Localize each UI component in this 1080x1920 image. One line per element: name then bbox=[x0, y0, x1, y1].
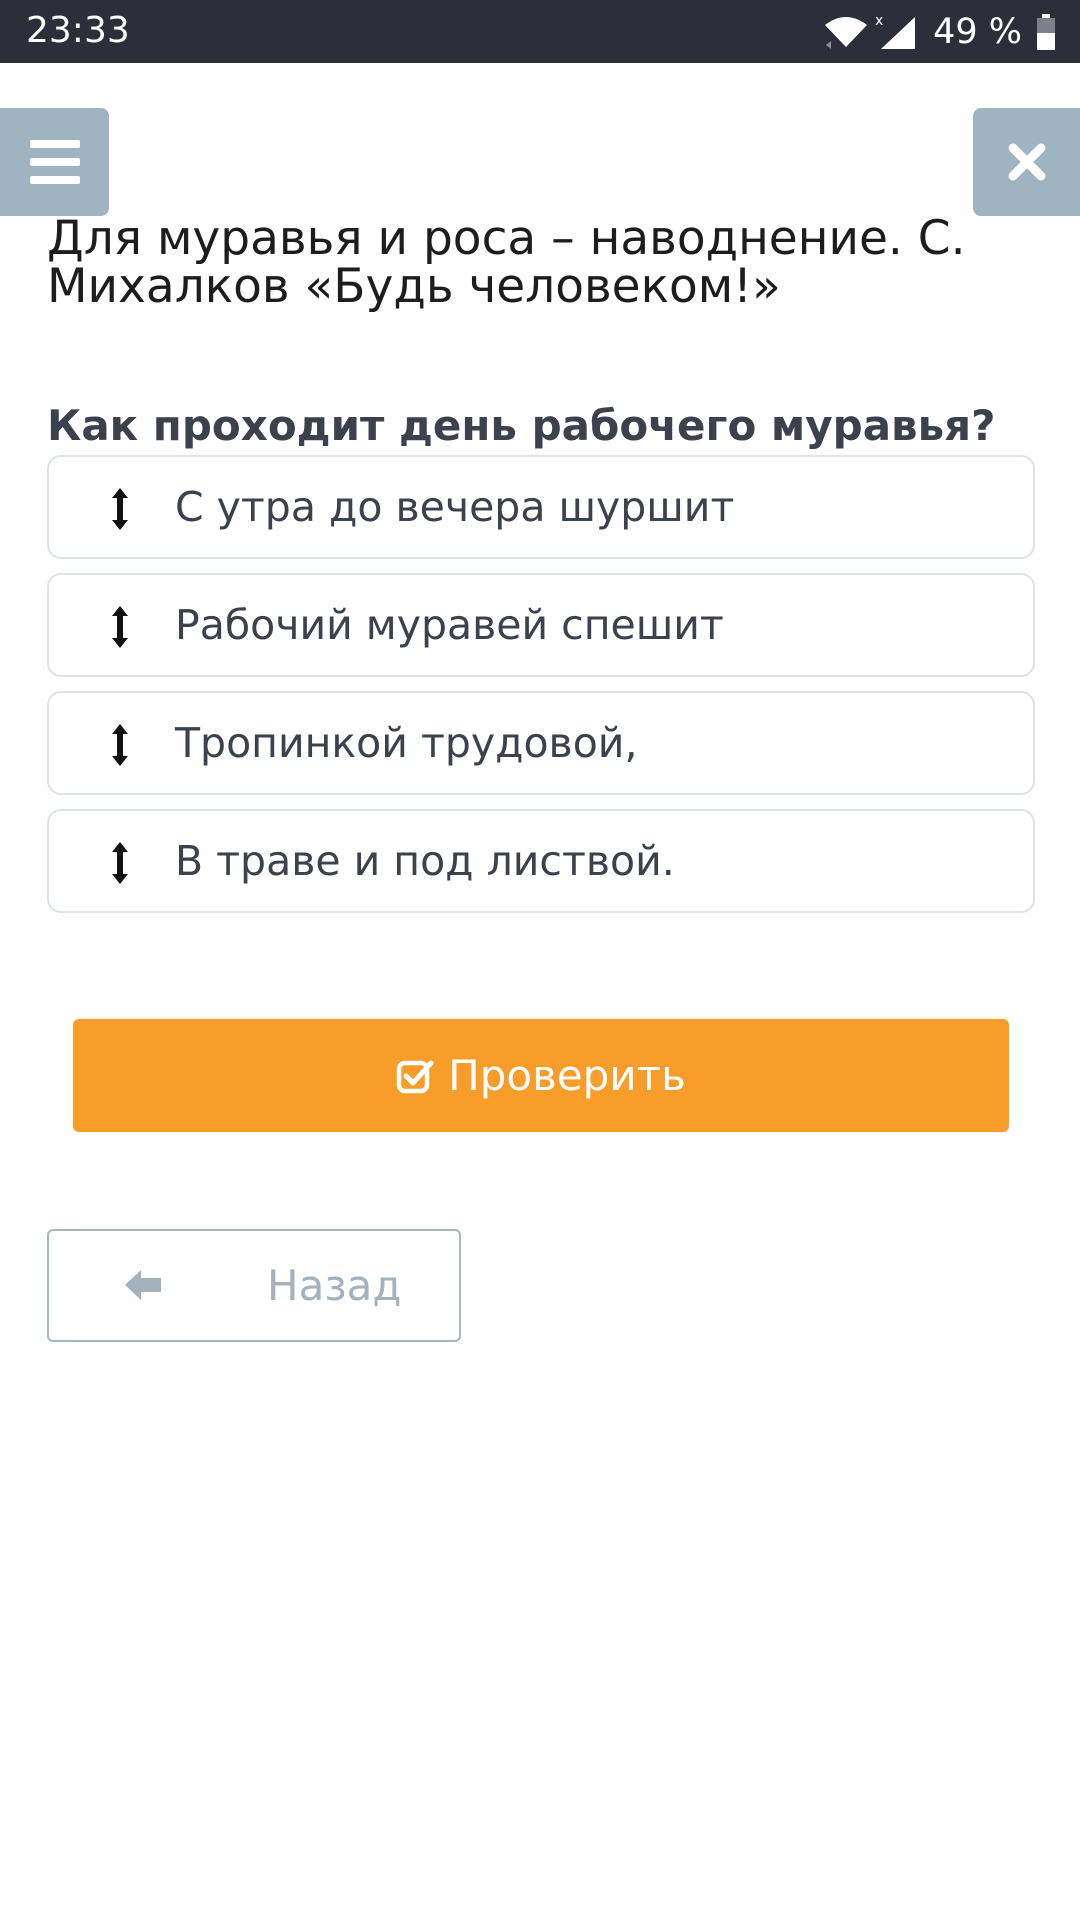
sortable-item[interactable]: Тропинкой трудовой, bbox=[47, 691, 1035, 795]
back-button[interactable]: Назад bbox=[47, 1229, 461, 1342]
drag-vertical-icon[interactable] bbox=[109, 839, 131, 887]
back-button-label: Назад bbox=[267, 1261, 402, 1310]
close-button[interactable] bbox=[973, 108, 1080, 216]
drag-vertical-icon[interactable] bbox=[109, 721, 131, 769]
battery-percent: 49 % bbox=[933, 12, 1022, 52]
close-icon bbox=[1008, 143, 1045, 181]
drag-vertical-icon[interactable] bbox=[109, 485, 131, 533]
question-text: Как проходит день рабочего муравья? bbox=[47, 401, 996, 450]
wifi-icon bbox=[825, 17, 868, 49]
check-button[interactable]: Проверить bbox=[73, 1019, 1009, 1132]
page-title: Для муравья и роса – наводнение. С. Миха… bbox=[47, 211, 966, 314]
sortable-item[interactable]: В траве и под листвой. bbox=[47, 809, 1035, 913]
check-button-label: Проверить bbox=[448, 1051, 686, 1100]
status-time: 23:33 bbox=[26, 10, 130, 51]
sortable-item-label: Тропинкой трудовой, bbox=[175, 719, 638, 767]
sortable-item-label: С утра до вечера шуршит bbox=[175, 483, 735, 531]
status-icons: x 49 % bbox=[823, 12, 1056, 52]
sortable-item-label: В траве и под листвой. bbox=[175, 837, 675, 885]
sortable-item[interactable]: Рабочий муравей спешит bbox=[47, 573, 1035, 677]
sortable-item[interactable]: С утра до вечера шуршит bbox=[47, 455, 1035, 559]
sortable-item-label: Рабочий муравей спешит bbox=[175, 601, 724, 649]
menu-button[interactable] bbox=[0, 108, 109, 216]
check-square-icon bbox=[396, 1060, 434, 1093]
status-bar: 23:33 x 49 % bbox=[0, 0, 1080, 63]
signal-icon: x bbox=[875, 13, 916, 49]
svg-text:x: x bbox=[875, 13, 883, 29]
hamburger-menu-icon bbox=[29, 140, 80, 184]
battery-icon bbox=[1037, 14, 1055, 50]
drag-vertical-icon[interactable] bbox=[109, 603, 131, 651]
arrow-left-icon bbox=[125, 1270, 161, 1300]
sortable-answer-list: С утра до вечера шуршит Рабочий муравей … bbox=[47, 455, 1035, 927]
